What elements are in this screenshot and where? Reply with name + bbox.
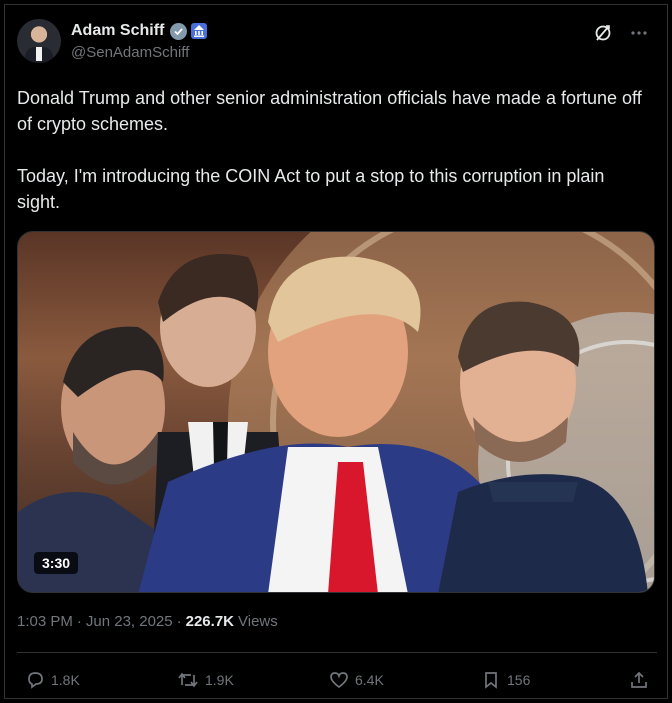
share-icon	[629, 670, 649, 690]
reply-icon	[25, 670, 45, 690]
share-button[interactable]	[629, 665, 649, 695]
divider	[17, 652, 657, 653]
tweet-text: Donald Trump and other senior administra…	[17, 88, 642, 212]
action-bar: 1.8K 1.9K 6.4K 156	[17, 665, 657, 695]
bookmark-count: 156	[507, 672, 531, 688]
reply-button[interactable]: 1.8K	[25, 665, 80, 695]
tweet-date[interactable]: Jun 23, 2025	[86, 613, 173, 630]
video-thumbnail	[18, 232, 654, 592]
meta-separator: ·	[76, 613, 82, 630]
bookmark-icon	[481, 670, 501, 690]
tweet-meta: 1:03 PM · Jun 23, 2025 · 226.7K Views	[17, 613, 278, 630]
like-count: 6.4K	[355, 672, 384, 688]
more-icon[interactable]	[629, 23, 649, 43]
verified-icon[interactable]	[170, 22, 188, 40]
like-icon	[329, 670, 349, 690]
avatar[interactable]	[17, 19, 61, 63]
tweet-card: Adam Schiff @SenAdamSchiff Donald Trump …	[4, 4, 668, 699]
meta-separator: ·	[176, 613, 182, 630]
repost-icon	[177, 670, 199, 690]
video-player[interactable]: 3:30	[17, 231, 655, 593]
grok-icon[interactable]	[593, 23, 613, 43]
handle[interactable]: @SenAdamSchiff	[71, 44, 207, 61]
tweet-header: Adam Schiff @SenAdamSchiff	[17, 19, 657, 67]
display-name[interactable]: Adam Schiff	[71, 22, 164, 40]
bookmark-button[interactable]: 156	[481, 665, 530, 695]
government-badge-icon[interactable]	[191, 23, 208, 39]
author-names: Adam Schiff @SenAdamSchiff	[71, 21, 208, 61]
views-count: 226.7K	[185, 613, 234, 630]
like-button[interactable]: 6.4K	[329, 665, 384, 695]
tweet-time[interactable]: 1:03 PM	[17, 613, 73, 630]
repost-count: 1.9K	[205, 672, 234, 688]
video-duration-badge: 3:30	[34, 552, 79, 574]
repost-button[interactable]: 1.9K	[177, 665, 234, 695]
views-label: Views	[238, 613, 278, 630]
reply-count: 1.8K	[51, 672, 80, 688]
